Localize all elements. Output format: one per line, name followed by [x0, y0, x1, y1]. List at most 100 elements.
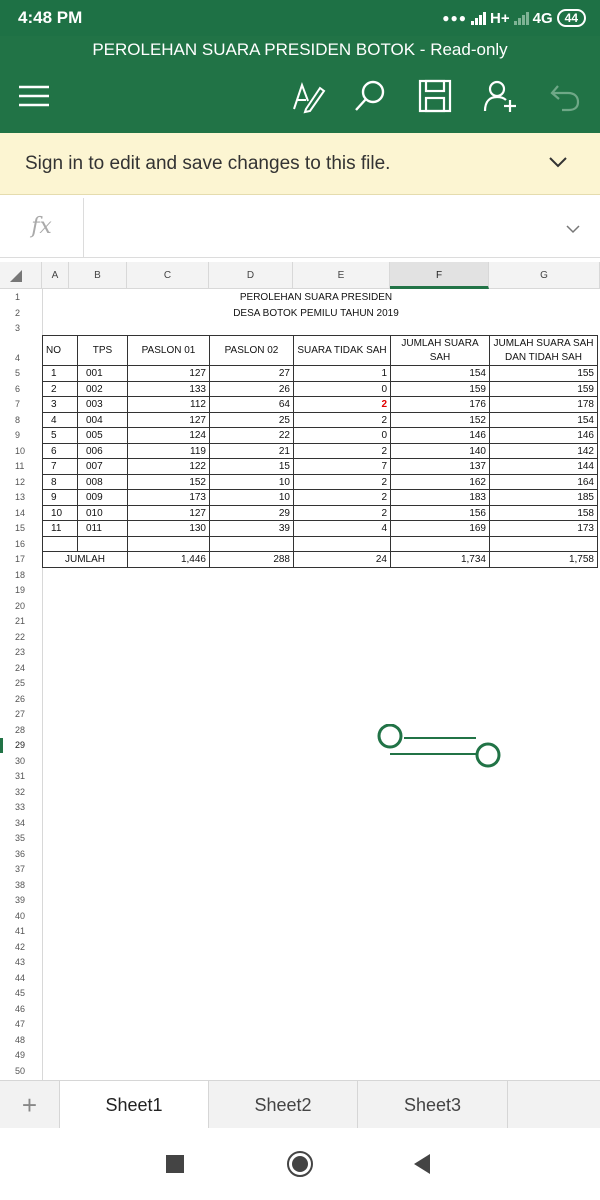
column-header-a[interactable]: A: [42, 262, 69, 289]
table-cell-p02[interactable]: 25: [210, 412, 294, 428]
row-header-20[interactable]: 20: [0, 598, 42, 614]
row-header-18[interactable]: 18: [0, 567, 42, 583]
table-cell-tps[interactable]: 009: [78, 490, 128, 506]
edit-pen-icon[interactable]: [288, 76, 328, 116]
table-cell-p01[interactable]: 119: [128, 443, 210, 459]
table-cell-no[interactable]: 6: [43, 443, 78, 459]
row-header-34[interactable]: 34: [0, 815, 42, 831]
column-header-c[interactable]: C: [127, 262, 209, 289]
row-header-11[interactable]: 11: [0, 459, 42, 474]
row-header-31[interactable]: 31: [0, 769, 42, 784]
header-suara-tidak-sah[interactable]: SUARA TIDAK SAH: [294, 336, 391, 366]
table-cell-tidak_sah[interactable]: 4: [294, 521, 391, 537]
total-cell-p02[interactable]: 288: [210, 552, 294, 568]
row-header-19[interactable]: 19: [0, 583, 42, 598]
formula-input[interactable]: [90, 198, 550, 258]
table-cell-tidak_sah[interactable]: 2: [294, 490, 391, 506]
table-cell-tps[interactable]: 001: [78, 366, 128, 382]
table-cell-sah[interactable]: 146: [391, 428, 490, 444]
row-header-6[interactable]: 6: [0, 382, 42, 397]
table-cell-sah[interactable]: 162: [391, 474, 490, 490]
row-header-10[interactable]: 10: [0, 444, 42, 459]
table-cell-tidak_sah[interactable]: 0: [294, 428, 391, 444]
total-cell-sah[interactable]: 1,734: [391, 552, 490, 568]
table-cell-no[interactable]: 2: [43, 381, 78, 397]
row-header-32[interactable]: 32: [0, 784, 42, 800]
table-cell-sah[interactable]: 137: [391, 459, 490, 475]
row-header-36[interactable]: 36: [0, 846, 42, 862]
table-cell-tps[interactable]: 010: [78, 505, 128, 521]
add-sheet-button[interactable]: +: [0, 1081, 60, 1129]
table-cell-sah[interactable]: 169: [391, 521, 490, 537]
table-cell-p02[interactable]: 27: [210, 366, 294, 382]
row-header-49[interactable]: 49: [0, 1048, 42, 1063]
table-cell-total[interactable]: 144: [490, 459, 598, 475]
total-cell-tidak_sah[interactable]: 24: [294, 552, 391, 568]
table-cell-tidak_sah[interactable]: 2: [294, 474, 391, 490]
column-header-d[interactable]: D: [209, 262, 293, 289]
column-header-g[interactable]: G: [489, 262, 600, 289]
table-cell-p02[interactable]: 10: [210, 474, 294, 490]
table-cell-tidak_sah[interactable]: 7: [294, 459, 391, 475]
table-cell-total[interactable]: 185: [490, 490, 598, 506]
table-cell-tps[interactable]: 004: [78, 412, 128, 428]
row-header-30[interactable]: 30: [0, 753, 42, 769]
header-no[interactable]: NO: [43, 336, 78, 366]
table-cell-p02[interactable]: 15: [210, 459, 294, 475]
table-cell-tps[interactable]: 011: [78, 521, 128, 537]
tab-sheet3[interactable]: Sheet3: [358, 1081, 508, 1129]
select-all-corner[interactable]: [0, 262, 42, 289]
row-header-39[interactable]: 39: [0, 893, 42, 908]
total-cell-total[interactable]: 1,758: [490, 552, 598, 568]
table-cell-sah[interactable]: 154: [391, 366, 490, 382]
row-header-46[interactable]: 46: [0, 1001, 42, 1017]
row-header-50[interactable]: 50: [0, 1063, 42, 1079]
table-cell-no[interactable]: 3: [43, 397, 78, 413]
table-cell-sah[interactable]: 176: [391, 397, 490, 413]
search-icon[interactable]: [350, 76, 390, 116]
table-cell-total[interactable]: 142: [490, 443, 598, 459]
table-cell-no[interactable]: 11: [43, 521, 78, 537]
column-header-b[interactable]: B: [69, 262, 127, 289]
selection-handles[interactable]: [376, 723, 506, 772]
table-cell-p01[interactable]: 127: [128, 366, 210, 382]
table-cell-p01[interactable]: 127: [128, 505, 210, 521]
table-cell-p02[interactable]: 22: [210, 428, 294, 444]
table-cell-sah[interactable]: 183: [391, 490, 490, 506]
chevron-down-icon[interactable]: [548, 155, 568, 169]
table-cell-p01[interactable]: 173: [128, 490, 210, 506]
table-cell-tidak_sah[interactable]: 2: [294, 412, 391, 428]
row-header-29[interactable]: 29: [0, 738, 42, 753]
table-cell-tidak_sah[interactable]: 1: [294, 366, 391, 382]
row-header-48[interactable]: 48: [0, 1032, 42, 1048]
table-cell-sah[interactable]: 156: [391, 505, 490, 521]
row-header-43[interactable]: 43: [0, 955, 42, 970]
row-header-22[interactable]: 22: [0, 629, 42, 645]
table-cell-p02[interactable]: 29: [210, 505, 294, 521]
table-cell-tidak_sah[interactable]: 0: [294, 381, 391, 397]
table-cell-total[interactable]: 159: [490, 381, 598, 397]
row-header-9[interactable]: 9: [0, 428, 42, 443]
table-cell-sah[interactable]: 152: [391, 412, 490, 428]
table-cell-total[interactable]: 158: [490, 505, 598, 521]
row-header-28[interactable]: 28: [0, 722, 42, 738]
row-header-24[interactable]: 24: [0, 660, 42, 676]
table-cell-tps[interactable]: 005: [78, 428, 128, 444]
table-cell-no[interactable]: 10: [43, 505, 78, 521]
table-cell-empty[interactable]: [128, 536, 210, 552]
table-cell-total[interactable]: 146: [490, 428, 598, 444]
row-header-21[interactable]: 21: [0, 614, 42, 629]
row-header-5[interactable]: 5: [0, 366, 42, 381]
header-paslon-01[interactable]: PASLON 01: [128, 336, 210, 366]
table-cell-p01[interactable]: 124: [128, 428, 210, 444]
table-cell-sah[interactable]: 159: [391, 381, 490, 397]
row-header-44[interactable]: 44: [0, 970, 42, 986]
row-header-2[interactable]: 2: [0, 306, 42, 321]
sheet-title-line-2[interactable]: DESA BOTOK PEMILU TAHUN 2019: [200, 306, 432, 321]
row-header-37[interactable]: 37: [0, 862, 42, 877]
hamburger-menu-icon[interactable]: [17, 76, 57, 116]
row-header-15[interactable]: 15: [0, 521, 42, 536]
row-header-1[interactable]: 1: [0, 290, 42, 305]
header-tps[interactable]: TPS: [78, 336, 128, 366]
table-cell-p02[interactable]: 39: [210, 521, 294, 537]
